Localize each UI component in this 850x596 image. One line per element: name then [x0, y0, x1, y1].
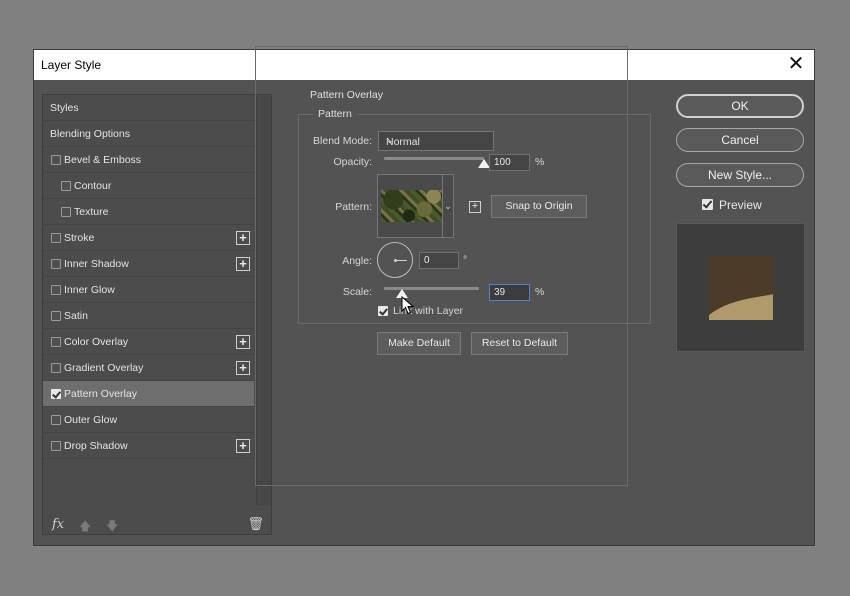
angle-dial[interactable] [377, 242, 413, 278]
opacity-input[interactable]: 100 [489, 154, 530, 171]
preview-checkbox[interactable] [702, 199, 713, 210]
style-item-gradient-overlay[interactable]: Gradient Overlay + [43, 355, 254, 381]
style-checkbox[interactable] [61, 181, 71, 191]
styles-list: Styles Blending Options Bevel & Emboss Cont… [42, 94, 272, 535]
make-default-button[interactable]: Make Default [377, 332, 461, 355]
style-checkbox[interactable] [51, 415, 61, 425]
angle-input[interactable]: 0 [419, 252, 459, 269]
style-checkbox[interactable] [51, 363, 61, 373]
add-effect-icon[interactable]: + [236, 335, 250, 349]
angle-label: Angle: [342, 255, 372, 267]
style-item-label: Pattern Overlay [64, 388, 137, 400]
style-item-contour[interactable]: Contour [43, 173, 254, 199]
style-item-label: Inner Shadow [64, 258, 129, 270]
style-checkbox[interactable] [51, 155, 61, 165]
style-item-inner-shadow[interactable]: Inner Shadow + [43, 251, 254, 277]
scale-label: Scale: [342, 286, 372, 298]
preview-label: Preview [719, 198, 762, 212]
style-item-blending-options[interactable]: Blending Options [43, 121, 254, 147]
styles-list-footer: fx 🡅 🡇 🗑 [43, 515, 271, 535]
style-checkbox[interactable] [51, 233, 61, 243]
style-item-styles[interactable]: Styles [43, 95, 254, 121]
style-item-satin[interactable]: Satin [43, 303, 254, 329]
style-checkbox[interactable] [51, 441, 61, 451]
new-preset-icon[interactable]: + [469, 201, 481, 213]
style-item-label: Color Overlay [64, 336, 129, 348]
cancel-button[interactable]: Cancel [676, 128, 804, 152]
move-down-icon[interactable]: 🡇 [106, 517, 118, 538]
style-item-label: Contour [74, 180, 112, 192]
opacity-slider-track[interactable] [384, 157, 484, 160]
opacity-label: Opacity: [333, 156, 372, 168]
style-item-texture[interactable]: Texture [43, 199, 254, 225]
ok-button[interactable]: OK [676, 94, 804, 118]
style-item-label: Inner Glow [64, 284, 115, 296]
style-item-outer-glow[interactable]: Outer Glow [43, 407, 254, 433]
style-checkbox[interactable] [51, 337, 61, 347]
new-style-button[interactable]: New Style... [676, 163, 804, 187]
style-item-label: Styles [50, 102, 79, 114]
style-preview [676, 223, 805, 352]
style-item-stroke[interactable]: Stroke + [43, 225, 254, 251]
style-item-drop-shadow[interactable]: Drop Shadow + [43, 433, 254, 459]
scale-input[interactable]: 39 [489, 284, 530, 301]
pattern-picker[interactable]: ⌄ [377, 174, 454, 238]
angle-unit: ° [463, 254, 468, 266]
close-icon[interactable]: ✕ [784, 53, 808, 77]
blend-mode-label: Blend Mode: [313, 135, 372, 147]
preview-thumbnail [709, 256, 773, 320]
style-item-bevel-emboss[interactable]: Bevel & Emboss [43, 147, 254, 173]
chevron-down-icon: ⌄ [386, 135, 394, 145]
blend-mode-select[interactable]: Normal ⌄ [378, 131, 494, 151]
add-effect-icon[interactable]: + [236, 257, 250, 271]
style-item-label: Bevel & Emboss [64, 154, 142, 166]
style-checkbox[interactable] [51, 259, 61, 269]
add-effect-icon[interactable]: + [236, 231, 250, 245]
style-item-pattern-overlay[interactable]: Pattern Overlay [43, 381, 254, 407]
pattern-label: Pattern: [335, 201, 372, 213]
pattern-swatch [381, 190, 443, 222]
style-checkbox[interactable] [61, 207, 71, 217]
pattern-overlay-heading: Pattern Overlay [305, 89, 388, 101]
pattern-subgroup-heading: Pattern [313, 108, 357, 120]
chevron-down-icon[interactable]: ⌄ [442, 175, 453, 237]
add-effect-icon[interactable]: + [236, 361, 250, 375]
angle-dial-hand [396, 260, 407, 261]
style-item-label: Satin [64, 310, 88, 322]
add-effect-icon[interactable]: + [236, 439, 250, 453]
style-item-label: Stroke [64, 232, 95, 244]
opacity-unit: % [535, 156, 545, 168]
style-item-label: Gradient Overlay [64, 362, 144, 374]
mouse-cursor-icon [401, 296, 415, 315]
reset-to-default-button[interactable]: Reset to Default [471, 332, 568, 355]
style-item-color-overlay[interactable]: Color Overlay + [43, 329, 254, 355]
trash-icon[interactable]: 🗑 [247, 516, 264, 532]
dialog-title: Layer Style [41, 58, 102, 72]
snap-to-origin-button[interactable]: Snap to Origin [491, 195, 587, 218]
style-checkbox[interactable] [51, 389, 61, 399]
style-checkbox[interactable] [51, 311, 61, 321]
style-item-label: Drop Shadow [64, 440, 128, 452]
style-item-label: Blending Options [50, 128, 130, 140]
style-item-label: Texture [74, 206, 109, 218]
link-with-layer-checkbox[interactable] [378, 306, 388, 316]
fx-icon[interactable]: fx [52, 517, 64, 532]
style-item-label: Outer Glow [64, 414, 118, 426]
scale-unit: % [535, 286, 545, 298]
style-checkbox[interactable] [51, 285, 61, 295]
move-up-icon[interactable]: 🡅 [79, 517, 91, 538]
style-item-inner-glow[interactable]: Inner Glow [43, 277, 254, 303]
